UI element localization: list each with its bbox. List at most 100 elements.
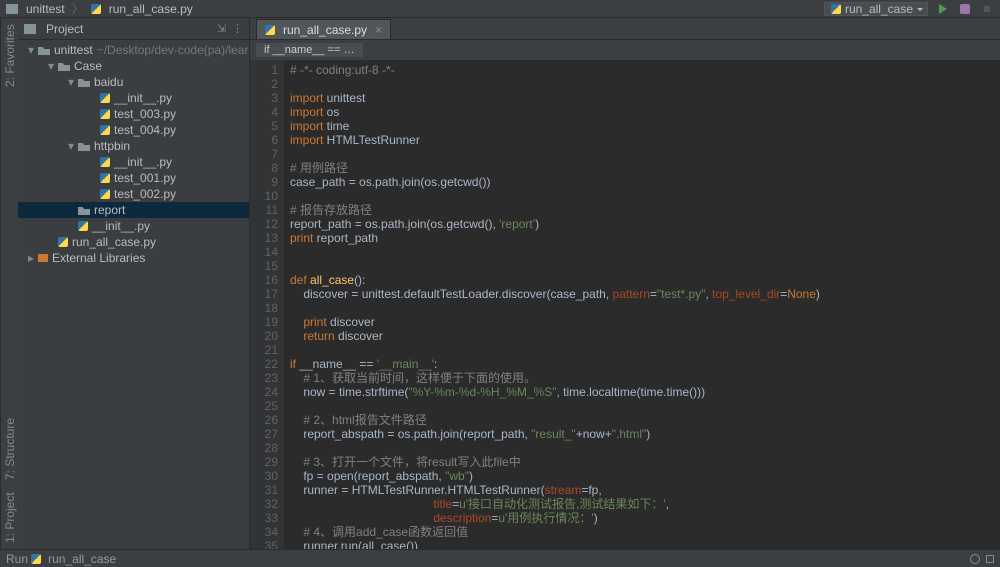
tree-node[interactable]: ▾baidu	[18, 74, 249, 90]
code-line[interactable]	[290, 259, 1000, 273]
code-editor[interactable]: 1234567891011121314151617181920212223242…	[250, 60, 1000, 549]
code-line[interactable]: discover = unittest.defaultTestLoader.di…	[290, 287, 1000, 301]
code-line[interactable]: runner.run(all_case())	[290, 539, 1000, 549]
line-number: 29	[250, 455, 278, 469]
tree-node[interactable]: test_003.py	[18, 106, 249, 122]
tree-node[interactable]: ▾ httpbin	[18, 138, 249, 154]
tree-twisty-icon[interactable]: ▸	[28, 251, 38, 265]
folder-open-icon	[38, 45, 50, 55]
tree-node[interactable]: __init__.py	[18, 154, 249, 170]
code-line[interactable]: runner = HTMLTestRunner.HTMLTestRunner(s…	[290, 483, 1000, 497]
project-panel: Project ⇲ ⋮ ▾unittest~/Desktop/dev-code(…	[18, 18, 250, 549]
code-line[interactable]: # -*- coding:utf-8 -*-	[290, 63, 1000, 77]
code-line[interactable]: # 用例路径	[290, 161, 1000, 175]
tree-node[interactable]: __init__.py	[18, 218, 249, 234]
tree-node[interactable]: test_001.py	[18, 170, 249, 186]
tree-node[interactable]: ▾ Case	[18, 58, 249, 74]
code-line[interactable]: if __name__ == '__main__':	[290, 357, 1000, 371]
project-tree[interactable]: ▾unittest~/Desktop/dev-code(pa)/lear▾Cas…	[18, 40, 249, 549]
code-line[interactable]: # 4、调用add_case函数返回值	[290, 525, 1000, 539]
tree-node[interactable]: report	[18, 202, 249, 218]
collapse-icon[interactable]: ⇲	[217, 22, 226, 35]
tree-node-label: __init__.py	[114, 155, 172, 169]
code-line[interactable]: case_path = os.path.join(os.getcwd())	[290, 175, 1000, 189]
tree-twisty-icon[interactable]: ▾	[28, 43, 38, 57]
code-scope-chip[interactable]: if __name__ == …	[256, 43, 363, 57]
line-number: 32	[250, 497, 278, 511]
code-line[interactable]	[290, 77, 1000, 91]
code-line[interactable]	[290, 343, 1000, 357]
editor-tab[interactable]: run_all_case.py ×	[256, 19, 391, 39]
tree-node[interactable]: test_004.py	[18, 122, 249, 138]
gear-icon[interactable]	[970, 554, 980, 564]
line-number: 13	[250, 231, 278, 245]
editor-area: run_all_case.py × if __name__ == … 12345…	[250, 18, 1000, 549]
code-line[interactable]	[290, 441, 1000, 455]
bottom-run-label[interactable]: Run	[6, 552, 28, 566]
tree-node-label: test_002.py	[114, 187, 176, 201]
tree-twisty-icon[interactable]: ▾	[68, 75, 78, 89]
tree-node[interactable]: ▸External Libraries	[18, 250, 249, 266]
code-line[interactable]: title=u'接口自动化测试报告,测试结果如下：',	[290, 497, 1000, 511]
line-number: 5	[250, 119, 278, 133]
code-line[interactable]: import HTMLTestRunner	[290, 133, 1000, 147]
code-line[interactable]: # 报告存放路径	[290, 203, 1000, 217]
code-line[interactable]: # 2、html报告文件路径	[290, 413, 1000, 427]
chevron-right-icon: 〉	[72, 0, 84, 17]
line-number: 18	[250, 301, 278, 315]
tree-node[interactable]: test_002.py	[18, 186, 249, 202]
code-line[interactable]: # 3、打开一个文件，将result写入此file中	[290, 455, 1000, 469]
code-line[interactable]: def all_case():	[290, 273, 1000, 287]
tree-node[interactable]: run_all_case.py	[18, 234, 249, 250]
code-line[interactable]: import os	[290, 105, 1000, 119]
code-line[interactable]: print report_path	[290, 231, 1000, 245]
tree-node[interactable]: ▾unittest~/Desktop/dev-code(pa)/lear	[18, 42, 249, 58]
tree-node-label: __init__.py	[92, 219, 150, 233]
run-config-dropdown[interactable]: run_all_case	[824, 2, 928, 16]
code-line[interactable]	[290, 245, 1000, 259]
tree-twisty-icon[interactable]: ▾	[68, 139, 78, 153]
file-py-icon	[100, 173, 110, 183]
tree-node-label: Case	[74, 59, 102, 73]
python-file-icon	[265, 25, 275, 35]
code-line[interactable]: import time	[290, 119, 1000, 133]
code-line[interactable]: print discover	[290, 315, 1000, 329]
file-py-icon	[78, 221, 88, 231]
tree-twisty-icon[interactable]: ▾	[48, 59, 58, 73]
code-line[interactable]: return discover	[290, 329, 1000, 343]
tree-node[interactable]: __init__.py	[18, 90, 249, 106]
code-line[interactable]	[290, 301, 1000, 315]
code-line[interactable]: report_path = os.path.join(os.getcwd(), …	[290, 217, 1000, 231]
code-line[interactable]: # 1、获取当前时间，这样便于下面的使用。	[290, 371, 1000, 385]
lock-icon[interactable]	[986, 555, 994, 563]
ide-window: unittest 〉 run_all_case.py run_all_case …	[0, 0, 1000, 567]
debug-button[interactable]	[958, 2, 972, 16]
file-py-icon	[100, 109, 110, 119]
crumb-file: run_all_case.py	[109, 2, 193, 16]
code-line[interactable]: description=u'用例执行情况：')	[290, 511, 1000, 525]
bottom-run-target[interactable]: run_all_case	[48, 552, 116, 566]
line-number: 1	[250, 63, 278, 77]
breadcrumb[interactable]: unittest 〉 run_all_case.py	[6, 0, 193, 17]
stop-button[interactable]	[980, 2, 994, 16]
tree-node-label: httpbin	[94, 139, 130, 153]
line-number: 17	[250, 287, 278, 301]
tool-structure-tab[interactable]: 7: Structure	[3, 418, 16, 480]
tool-favorites-tab[interactable]: 2: Favorites	[3, 24, 16, 87]
code-line[interactable]: report_abspath = os.path.join(report_pat…	[290, 427, 1000, 441]
project-panel-header[interactable]: Project ⇲ ⋮	[18, 18, 249, 40]
folder-open-icon	[78, 141, 90, 151]
run-button[interactable]	[936, 2, 950, 16]
tool-project-tab[interactable]: 1: Project	[3, 492, 16, 543]
code-line[interactable]: fp = open(report_abspath, "wb")	[290, 469, 1000, 483]
code-line[interactable]	[290, 147, 1000, 161]
code-line[interactable]	[290, 399, 1000, 413]
gear-icon[interactable]: ⋮	[232, 22, 243, 35]
code-line[interactable]: now = time.strftime("%Y-%m-%d-%H_%M_%S",…	[290, 385, 1000, 399]
code-line[interactable]: import unittest	[290, 91, 1000, 105]
code-line[interactable]	[290, 189, 1000, 203]
line-number: 14	[250, 245, 278, 259]
close-icon[interactable]: ×	[375, 23, 382, 37]
code-lines[interactable]: # -*- coding:utf-8 -*-import unittestimp…	[284, 60, 1000, 549]
folder-icon	[78, 205, 90, 215]
